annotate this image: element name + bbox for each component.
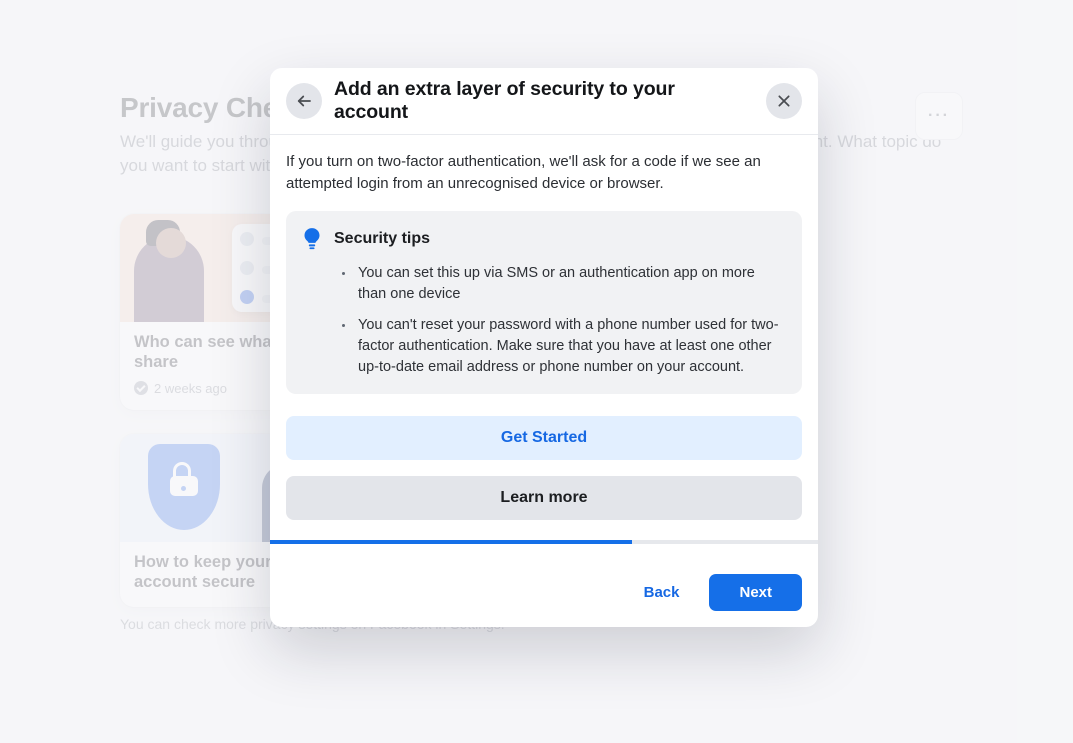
progress-bar <box>270 540 818 544</box>
modal-header: Add an extra layer of security to your a… <box>270 68 818 135</box>
tips-title: Security tips <box>334 230 430 248</box>
tip-item: You can set this up via SMS or an authen… <box>338 263 786 305</box>
close-icon <box>776 93 792 109</box>
two-factor-modal: Add an extra layer of security to your a… <box>270 68 818 627</box>
close-button[interactable] <box>766 83 802 119</box>
arrow-left-icon <box>295 92 313 110</box>
security-tips-panel: Security tips You can set this up via SM… <box>286 211 802 394</box>
modal-title: Add an extra layer of security to your a… <box>334 78 754 124</box>
next-button[interactable]: Next <box>709 574 802 611</box>
tip-item: You can't reset your password with a pho… <box>338 315 786 378</box>
modal-description: If you turn on two-factor authentication… <box>286 151 802 195</box>
get-started-button[interactable]: Get Started <box>286 416 802 460</box>
modal-footer: Back Next <box>270 560 818 627</box>
lightbulb-icon <box>302 227 322 251</box>
tips-list: You can set this up via SMS or an authen… <box>338 263 786 378</box>
progress-fill <box>270 540 632 544</box>
modal-body: If you turn on two-factor authentication… <box>270 135 818 560</box>
learn-more-button[interactable]: Learn more <box>286 476 802 520</box>
back-icon-button[interactable] <box>286 83 322 119</box>
back-button[interactable]: Back <box>634 576 690 609</box>
